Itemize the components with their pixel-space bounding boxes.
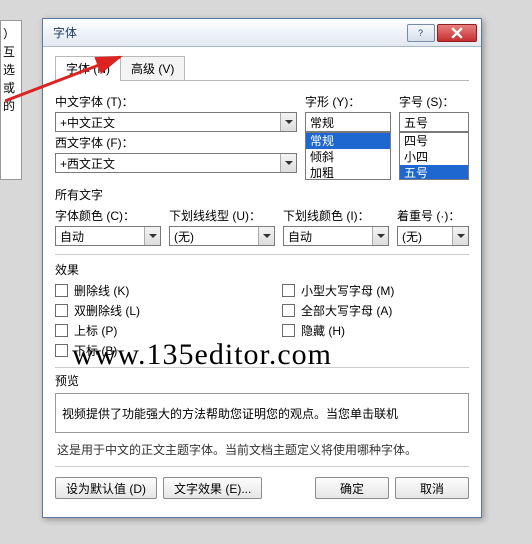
label-emphasis: 着重号 (·)： <box>397 207 469 224</box>
preview-desc: 这是用于中文的正文主题字体。当前文档主题定义将使用哪种字体。 <box>57 441 467 458</box>
heading-preview: 预览 <box>55 372 469 389</box>
chevron-down-icon[interactable] <box>372 227 388 245</box>
heading-effects: 效果 <box>55 261 469 278</box>
cancel-button[interactable]: 取消 <box>395 477 469 499</box>
tab-font[interactable]: 字体 (N) <box>55 56 121 81</box>
size-input[interactable]: 五号 <box>400 114 468 131</box>
label-style: 字形 (Y)： <box>305 93 391 110</box>
list-item[interactable]: 五号 <box>400 165 468 180</box>
help-button[interactable]: ? <box>407 24 435 42</box>
background-snippet: ）互选 或 的 <box>0 20 22 180</box>
size-list[interactable]: 四号 小四 五号 <box>399 132 469 180</box>
label-ulcolor: 下划线颜色 (I)： <box>283 207 389 224</box>
list-item[interactable]: 常规 <box>306 133 390 149</box>
chk-smallcaps[interactable]: 小型大写字母 (M) <box>282 282 469 299</box>
ulcolor-combo[interactable]: 自动 <box>283 226 389 246</box>
label-chinese-font: 中文字体 (T)： <box>55 93 297 110</box>
svg-text:?: ? <box>418 28 423 38</box>
chinese-font-combo[interactable]: +中文正文 <box>55 112 297 132</box>
list-item[interactable]: 倾斜 <box>306 149 390 165</box>
style-input[interactable]: 常规 <box>306 114 390 131</box>
chk-dblstrike[interactable]: 双删除线 (L) <box>55 302 242 319</box>
chevron-down-icon[interactable] <box>452 227 468 245</box>
list-item[interactable]: 小四 <box>400 149 468 165</box>
label-western-font: 西文字体 (F)： <box>55 134 297 151</box>
western-font-combo[interactable]: +西文正文 <box>55 153 297 173</box>
label-size: 字号 (S)： <box>399 93 469 110</box>
label-color: 字体颜色 (C)： <box>55 207 161 224</box>
label-underline: 下划线线型 (U)： <box>169 207 275 224</box>
style-list[interactable]: 常规 倾斜 加粗 <box>305 132 391 180</box>
tab-advanced[interactable]: 高级 (V) <box>120 56 185 81</box>
titlebar: 字体 ? <box>43 19 481 47</box>
chk-hidden[interactable]: 隐藏 (H) <box>282 322 469 339</box>
chevron-down-icon[interactable] <box>280 154 296 172</box>
preview-box: 视频提供了功能强大的方法帮助您证明您的观点。当您单击联机 <box>55 393 469 433</box>
list-item[interactable]: 加粗 <box>306 165 390 180</box>
chk-sub[interactable]: 下标 (B) <box>55 342 242 359</box>
chevron-down-icon[interactable] <box>280 113 296 131</box>
color-combo[interactable]: 自动 <box>55 226 161 246</box>
chevron-down-icon[interactable] <box>144 227 160 245</box>
chk-allcaps[interactable]: 全部大写字母 (A) <box>282 302 469 319</box>
window-title: 字体 <box>53 24 405 41</box>
emphasis-combo[interactable]: (无) <box>397 226 469 246</box>
close-button[interactable] <box>437 24 477 42</box>
font-dialog: 字体 ? 字体 (N) 高级 (V) 中文字体 (T)： +中文正文 西文字体 … <box>42 18 482 518</box>
ok-button[interactable]: 确定 <box>315 477 389 499</box>
list-item[interactable]: 四号 <box>400 133 468 149</box>
chk-strike[interactable]: 删除线 (K) <box>55 282 242 299</box>
text-effects-button[interactable]: 文字效果 (E)... <box>163 477 262 499</box>
chk-super[interactable]: 上标 (P) <box>55 322 242 339</box>
chevron-down-icon[interactable] <box>258 227 274 245</box>
underline-combo[interactable]: (无) <box>169 226 275 246</box>
set-default-button[interactable]: 设为默认值 (D) <box>55 477 157 499</box>
tabstrip: 字体 (N) 高级 (V) <box>55 55 469 81</box>
heading-allchars: 所有文字 <box>55 186 469 203</box>
